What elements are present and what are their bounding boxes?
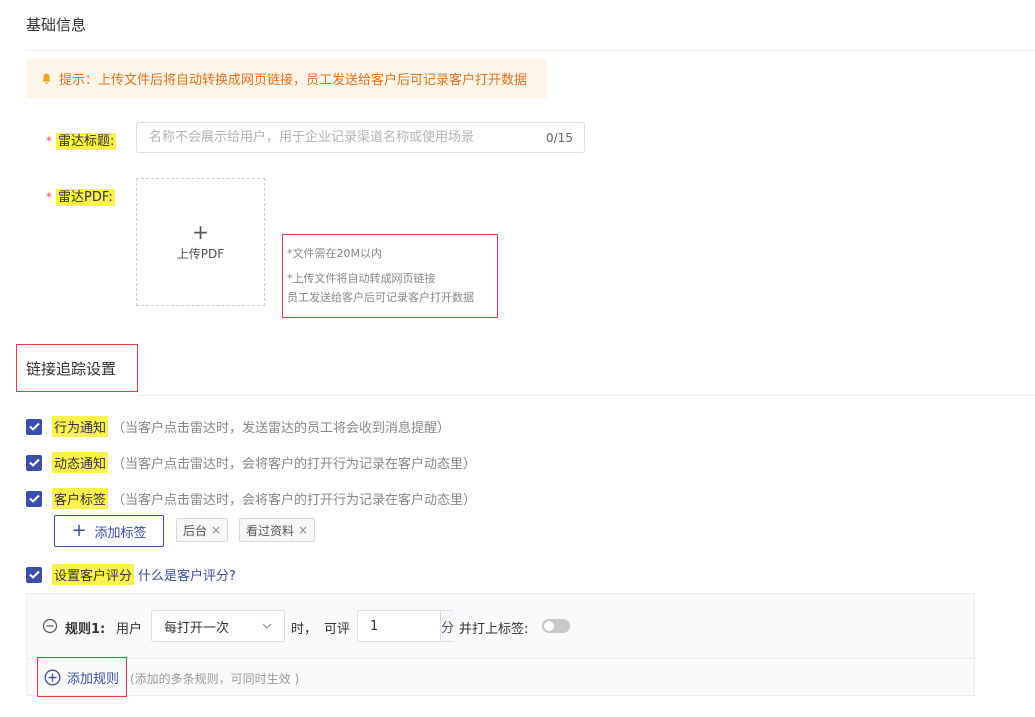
customer-tag-checkbox[interactable] <box>26 490 42 507</box>
what-is-score-link[interactable]: 什么是客户评分? <box>138 565 236 584</box>
score-input-group: 分 <box>357 610 455 642</box>
customer-score-label: 设置客户评分 <box>52 564 135 585</box>
remove-rule-icon[interactable] <box>42 618 58 634</box>
tip-banner: 提示：上传文件后将自动转换成网页链接，员工发送给客户后可记录客户打开数据 <box>26 59 547 98</box>
rule-time-suffix: 时， <box>291 622 318 637</box>
bell-icon <box>42 73 51 84</box>
check-icon <box>28 422 40 431</box>
check-icon <box>28 458 40 467</box>
plus-icon: + <box>71 520 87 541</box>
remove-tag-icon[interactable]: × <box>298 523 308 537</box>
check-icon <box>28 570 40 579</box>
option-activity-notify: 动态通知 （当客户点击雷达时，会将客户的打开行为记录在客户动态里） <box>26 452 476 473</box>
tag-chip: 看过资料 × <box>239 518 316 542</box>
tag-chip: 后台 × <box>176 518 229 542</box>
toggle-knob <box>544 621 554 631</box>
activity-notify-label: 动态通知 <box>52 452 109 473</box>
customer-tag-desc: （当客户点击雷达时，会将客户的打开行为记录在客户动态里） <box>112 493 477 508</box>
tracking-section-header: 链接追踪设置 <box>16 344 138 392</box>
section-divider <box>26 50 1035 51</box>
score-unit: 分 <box>440 611 455 641</box>
customer-tag-label: 客户标签 <box>52 488 109 509</box>
add-circle-icon <box>44 669 61 685</box>
tag-label: 后台 <box>183 523 208 538</box>
add-rule-note: (添加的多条规则，可同时生效 ) <box>130 672 300 686</box>
open-frequency-value: 每打开一次 <box>164 620 230 636</box>
add-tag-button[interactable]: + 添加标签 <box>54 515 164 547</box>
option-customer-score: 设置客户评分 什么是客户评分? <box>26 564 236 585</box>
pdf-field-label-group: * 雷达PDF: <box>46 186 115 206</box>
upload-hints: *文件需在20M以内 *上传文件将自动转成网页链接 员工发送给客户后可记录客户打… <box>282 234 498 318</box>
upload-hint-record: 员工发送给客户后可记录客户打开数据 <box>287 291 474 304</box>
activity-notify-checkbox[interactable] <box>26 454 42 471</box>
basic-section-title: 基础信息 <box>26 16 87 34</box>
upload-hint-convert: *上传文件将自动转成网页链接 <box>287 272 436 285</box>
pdf-field-label: 雷达PDF: <box>56 189 115 206</box>
tip-text: 提示：上传文件后将自动转换成网页链接，员工发送给客户后可记录客户打开数据 <box>59 73 528 88</box>
score-value-input[interactable] <box>358 611 440 641</box>
option-behavior-notify: 行为通知 （当客户点击雷达时，发送雷达的员工将会收到消息提醒） <box>26 416 450 437</box>
required-mark: * <box>46 134 52 148</box>
chevron-down-icon <box>262 623 272 629</box>
tag-toggle-switch[interactable] <box>542 619 570 633</box>
upload-pdf-button[interactable]: + 上传PDF <box>136 178 265 306</box>
customer-score-checkbox[interactable] <box>26 566 42 583</box>
add-tag-label: 添加标签 <box>94 525 147 541</box>
remove-tag-icon[interactable]: × <box>211 523 221 537</box>
tag-label: 看过资料 <box>246 523 295 538</box>
check-icon <box>28 494 40 503</box>
tracking-section-title: 链接追踪设置 <box>26 359 117 378</box>
open-frequency-select[interactable]: 每打开一次 <box>151 610 285 642</box>
rule-user-label: 用户 <box>116 622 143 637</box>
activity-notify-desc: （当客户点击雷达时，会将客户的打开行为记录在客户动态里） <box>112 457 477 472</box>
plus-icon: + <box>192 219 209 244</box>
required-mark: * <box>46 190 52 204</box>
title-field-label: 雷达标题: <box>56 133 117 150</box>
behavior-notify-checkbox[interactable] <box>26 418 42 435</box>
upload-pdf-label: 上传PDF <box>176 246 225 261</box>
behavior-notify-desc: （当客户点击雷达时，发送雷达的员工将会收到消息提醒） <box>112 421 451 436</box>
title-char-counter: 0/15 <box>546 131 573 145</box>
add-rule-label: 添加规则 <box>67 671 120 687</box>
radar-title-input[interactable] <box>136 122 585 153</box>
upload-hint-size: *文件需在20M以内 <box>287 247 382 260</box>
section-divider <box>138 395 1035 396</box>
option-customer-tag: 客户标签 （当客户点击雷达时，会将客户的打开行为记录在客户动态里） <box>26 488 476 509</box>
rule-score-label: 可评 <box>324 622 351 637</box>
behavior-notify-label: 行为通知 <box>52 416 109 437</box>
title-field-label-group: * 雷达标题: <box>46 130 117 150</box>
add-rule-button[interactable]: 添加规则 <box>37 657 127 697</box>
rule-divider <box>27 658 976 659</box>
rule-panel: 规则1: 用户 每打开一次 时， 可评 分 并打上标签: 添加规则 (添加的多条… <box>26 593 976 697</box>
rule-title: 规则1: <box>65 622 106 637</box>
tag-toggle-label: 并打上标签: <box>459 622 529 637</box>
